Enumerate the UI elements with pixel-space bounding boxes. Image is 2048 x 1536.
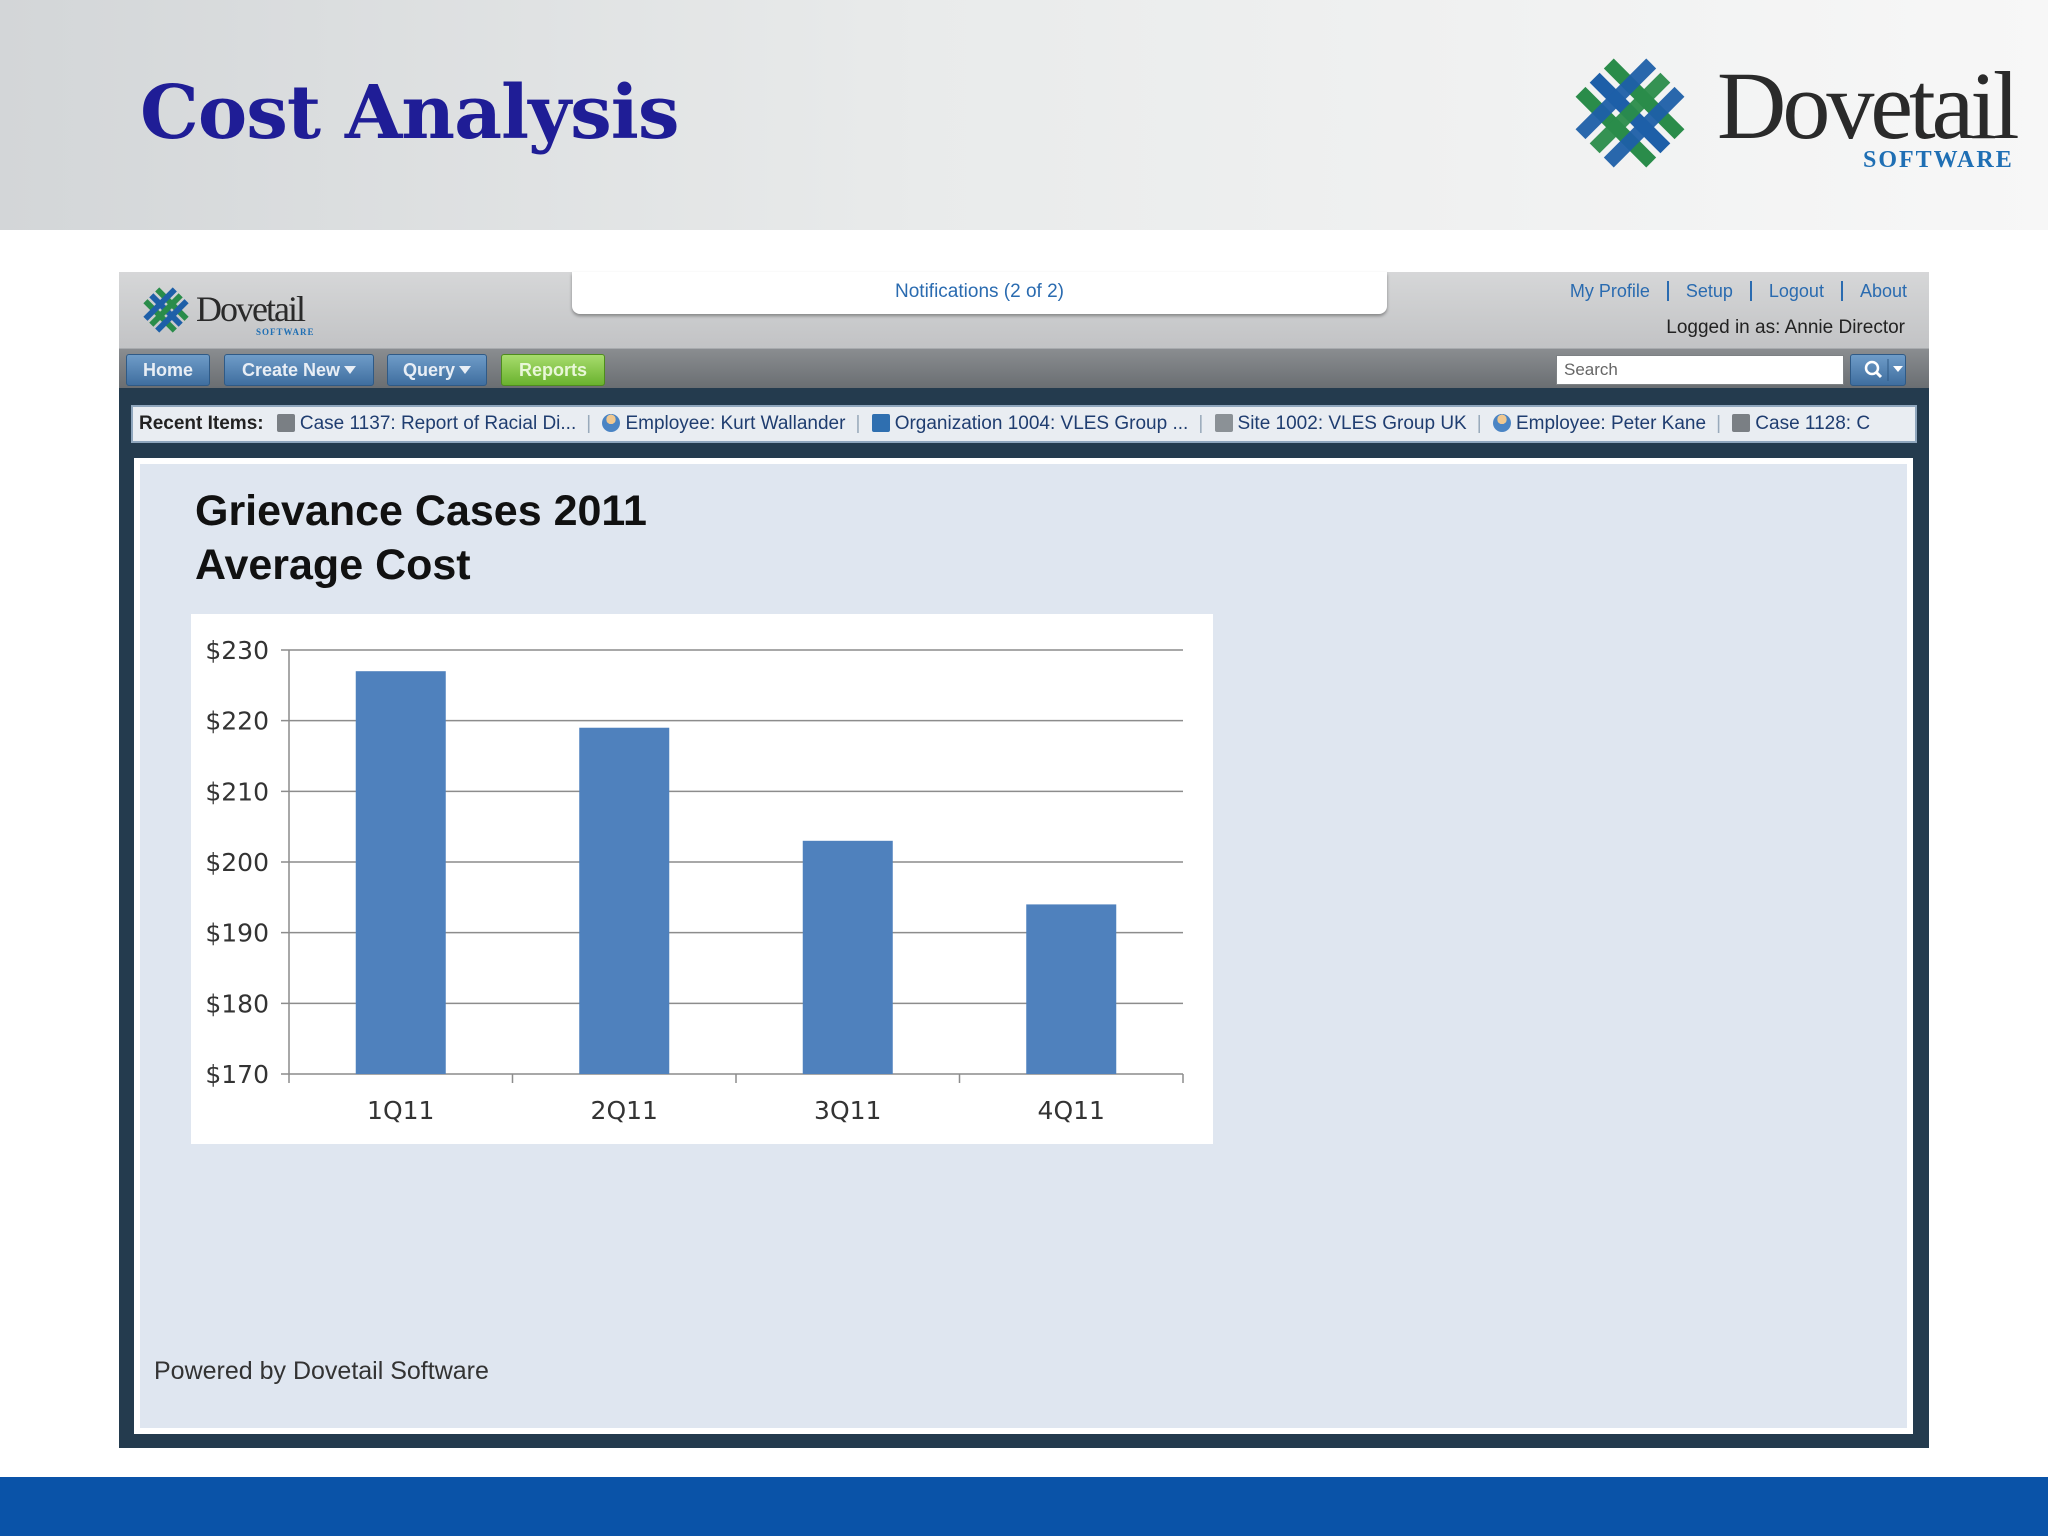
recent-item-text: Employee: Kurt Wallander [625,413,846,434]
case-icon [276,414,295,432]
y-tick-label: $220 [205,707,269,736]
employee-icon [1492,414,1511,432]
recent-items-label: Recent Items: [139,413,264,434]
slide-title: Cost Analysis [140,70,680,156]
report-body: Grievance Cases 2011 Average Cost $230 $2… [140,464,1907,1428]
y-tick-label: $180 [205,989,269,1018]
logout-link[interactable]: Logout [1749,281,1841,301]
recent-item[interactable]: Employee: Peter Kane [1492,413,1707,434]
separator: | [1198,413,1204,434]
recent-item-text: Employee: Peter Kane [1515,413,1707,434]
separator: | [1476,413,1482,434]
report-title: Grievance Cases 2011 Average Cost [195,484,647,592]
app-logo[interactable]: Dovetail SOFTWARE [139,284,329,340]
x-tick-label: 3Q11 [814,1096,881,1125]
case-icon [1732,414,1751,432]
recent-item-text: Case 1128: C [1755,413,1871,434]
y-tick-label: $170 [205,1060,269,1089]
recent-item[interactable]: Site 1002: VLES Group UK [1214,413,1467,434]
create-new-button[interactable]: Create New [224,354,374,386]
app-logo-mark-icon [143,287,189,333]
separator: | [1716,413,1721,434]
slide-header: Cost Analysis Dovetail SOFTWARE [0,0,2048,230]
nav-bar: Home Create New Query Reports Search [119,348,1929,388]
chevron-down-icon [459,366,472,374]
app-header: Dovetail SOFTWARE Notifications (2 of 2)… [119,272,1929,348]
recent-item[interactable]: Case 1137: Report of Racial Di... [276,413,577,434]
chevron-down-icon [344,366,357,374]
x-tick-label: 1Q11 [367,1096,434,1125]
employee-icon [602,414,621,432]
recent-item[interactable]: Employee: Kurt Wallander [602,413,845,434]
site-icon [1214,414,1233,432]
dovetail-logo-mark-icon [1575,58,1685,168]
logged-in-status: Logged in as: Annie Director [1666,317,1905,338]
query-button[interactable]: Query [387,354,487,386]
separator: | [855,413,861,434]
search-icon [1864,359,1903,381]
y-tick-label: $200 [205,848,269,877]
app-window: Dovetail SOFTWARE Notifications (2 of 2)… [119,272,1929,1448]
setup-link[interactable]: Setup [1666,281,1750,301]
query-button-label: Query [402,360,456,380]
y-tick-label: $230 [205,636,269,665]
home-button-label: Home [142,360,193,380]
home-button[interactable]: Home [126,354,210,386]
reports-button-label: Reports [518,360,587,380]
bar [802,840,893,1074]
app-logo-wordmark: Dovetail [196,289,306,329]
report-panel: Grievance Cases 2011 Average Cost $230 $2… [134,458,1913,1434]
create-new-button-label: Create New [241,360,341,380]
top-links: My Profile Setup Logout About [1553,281,1907,301]
separator: | [586,413,592,434]
search-placeholder: Search [1564,360,1618,379]
x-tick-label: 2Q11 [591,1096,658,1125]
bar [1026,904,1117,1074]
bar-chart: $230 $220 $210 $200 $190 $180 $170 1Q11 2Q11 3Q11… [205,636,1184,1125]
search-input[interactable]: Search [1556,355,1844,385]
powered-by-text: Powered by Dovetail Software [154,1357,489,1385]
organization-icon [871,414,890,432]
logo-subtext: SOFTWARE [1863,147,2014,173]
bar [355,671,446,1074]
search-button[interactable] [1850,354,1906,386]
logo-wordmark: Dovetail [1717,52,2020,159]
app-logo-subtext: SOFTWARE [256,327,315,337]
my-profile-link[interactable]: My Profile [1553,281,1667,301]
recent-item-text: Site 1002: VLES Group UK [1237,413,1467,434]
recent-items-bar: Recent Items: Case 1137: Report of Racia… [131,405,1917,443]
recent-item[interactable]: Organization 1004: VLES Group ... [871,413,1189,434]
about-link[interactable]: About [1840,281,1907,301]
recent-item-text: Organization 1004: VLES Group ... [894,413,1189,434]
report-title-line2: Average Cost [195,541,471,589]
report-title-line1: Grievance Cases 2011 [195,487,647,535]
recent-item[interactable]: Case 1128: C [1732,413,1870,434]
bar [579,727,670,1074]
x-tick-label: 4Q11 [1038,1096,1105,1125]
reports-button[interactable]: Reports [501,354,605,386]
recent-item-text: Case 1137: Report of Racial Di... [299,413,577,434]
chart-container: $230 $220 $210 $200 $190 $180 $170 1Q11 2Q11 3Q11… [191,614,1213,1144]
footer-bar [0,1477,2048,1536]
y-tick-label: $190 [205,919,269,948]
y-tick-label: $210 [205,777,269,806]
notifications-banner[interactable]: Notifications (2 of 2) [572,272,1387,314]
dovetail-logo: Dovetail SOFTWARE [1565,52,2020,182]
